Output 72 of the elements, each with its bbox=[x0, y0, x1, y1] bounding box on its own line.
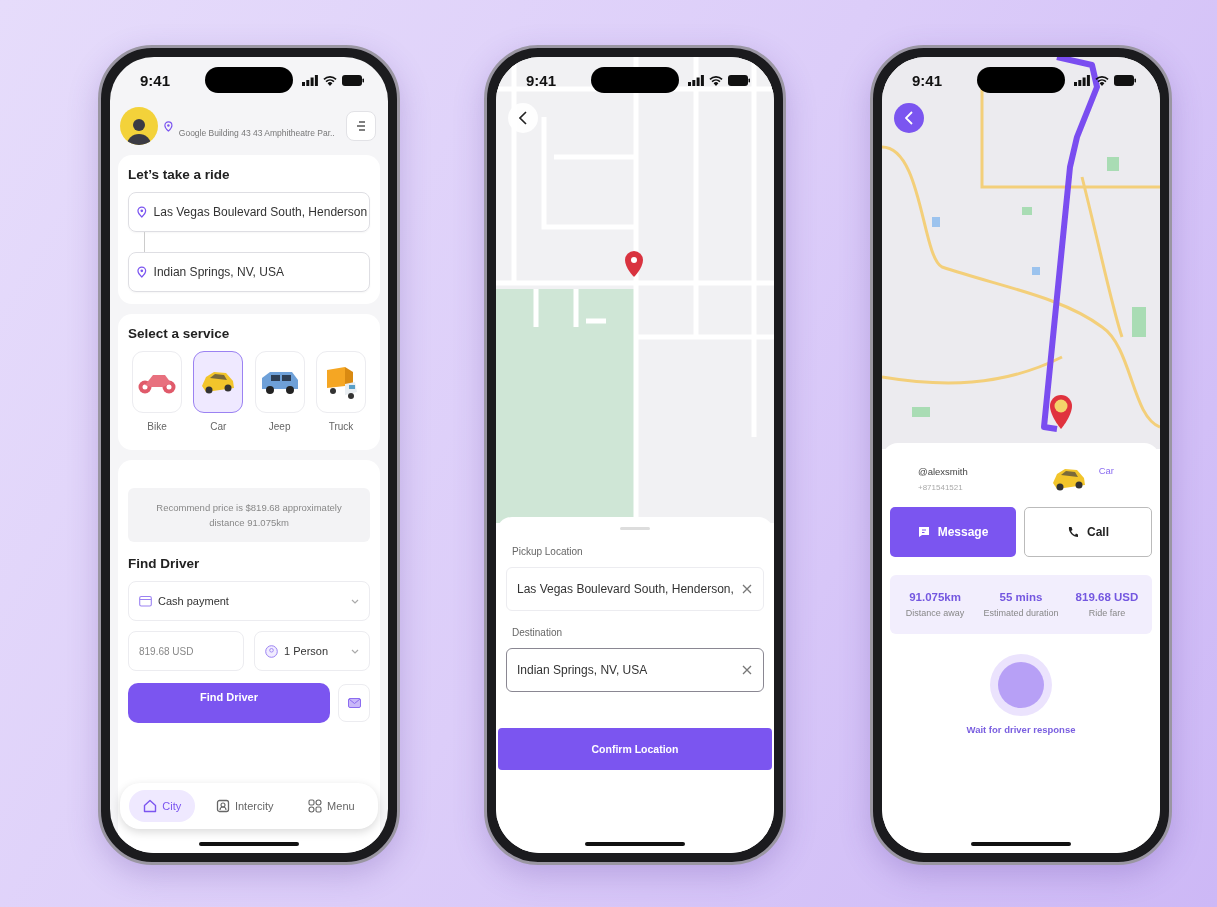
field-label: Pickup Location bbox=[512, 546, 584, 557]
chat-icon bbox=[917, 526, 930, 538]
menu-icon bbox=[356, 120, 366, 132]
avatar[interactable] bbox=[120, 107, 158, 145]
signal-icon bbox=[302, 74, 318, 86]
grid-menu-icon bbox=[308, 799, 323, 813]
clear-button[interactable] bbox=[741, 583, 753, 595]
stat-label: Ride fare bbox=[1088, 608, 1126, 618]
status-time: 9:41 bbox=[912, 71, 943, 89]
stat-value: 55 mins bbox=[999, 591, 1043, 603]
price-field[interactable]: 819.68 USD bbox=[128, 631, 244, 672]
find-driver-button[interactable]: Find Driver bbox=[128, 683, 330, 724]
stat-value: 91.075km bbox=[909, 591, 961, 603]
mail-button[interactable] bbox=[338, 684, 370, 723]
battery-icon bbox=[342, 74, 364, 86]
phone-icon bbox=[1067, 526, 1079, 538]
service-label: Bike bbox=[147, 421, 167, 432]
card-title: Select a service bbox=[128, 326, 231, 341]
signal-icon bbox=[1074, 74, 1090, 86]
wifi-icon bbox=[323, 74, 337, 86]
location-field[interactable]: Las Vegas Boulevard South, Henderson, bbox=[506, 567, 764, 611]
signal-icon bbox=[688, 74, 704, 86]
stat-label: Estimated duration bbox=[983, 608, 1059, 618]
wallet-icon bbox=[139, 595, 152, 608]
card-title: Let’s take a ride bbox=[128, 167, 231, 182]
chevron-down-icon bbox=[351, 598, 359, 604]
location-field[interactable]: Indian Springs, NV, USA bbox=[506, 648, 764, 692]
call-button[interactable]: Call bbox=[1024, 507, 1152, 557]
field-label: Destination bbox=[512, 627, 564, 638]
stat-label: Distance away bbox=[905, 608, 965, 618]
nav-tab[interactable]: City bbox=[129, 790, 196, 822]
battery-icon bbox=[728, 74, 750, 86]
menu-button[interactable] bbox=[346, 111, 376, 141]
card-title: Find Driver bbox=[128, 556, 201, 572]
passenger-select[interactable]: 1 Person bbox=[254, 631, 370, 672]
service-label: Truck bbox=[328, 421, 354, 432]
wifi-icon bbox=[1095, 74, 1109, 86]
service-option[interactable] bbox=[193, 351, 244, 413]
current-location: Google Building 43 43 Amphitheatre Par.. bbox=[178, 128, 336, 138]
person-icon bbox=[265, 644, 278, 658]
wifi-icon bbox=[709, 74, 723, 86]
confirm-location-button[interactable]: Confirm Location bbox=[498, 728, 772, 770]
pickup-field[interactable]: Las Vegas Boulevard South, Henderson bbox=[128, 192, 370, 232]
vehicle-type: Car bbox=[1098, 465, 1114, 476]
destination-field[interactable]: Indian Springs, NV, USA bbox=[128, 252, 370, 292]
home-icon bbox=[143, 799, 158, 813]
service-label: Car bbox=[210, 421, 227, 432]
chevron-down-icon bbox=[351, 648, 359, 654]
driver-pin-icon bbox=[1050, 395, 1072, 429]
service-label: Jeep bbox=[268, 421, 291, 432]
driver-username: @alexsmith bbox=[918, 466, 969, 477]
waiting-status: Wait for driver response bbox=[966, 724, 1076, 735]
driver-phone: +871541521 bbox=[918, 483, 964, 492]
payment-select[interactable]: Cash payment bbox=[128, 581, 370, 622]
location-pin-icon bbox=[137, 206, 147, 218]
clear-button[interactable] bbox=[741, 664, 753, 676]
status-time: 9:41 bbox=[526, 71, 557, 89]
location-pin-icon bbox=[164, 120, 173, 132]
status-time: 9:41 bbox=[140, 71, 171, 89]
message-button[interactable]: Message bbox=[890, 507, 1016, 557]
nav-tab[interactable]: Intercity bbox=[201, 790, 288, 822]
map-drawing[interactable] bbox=[882, 57, 1160, 449]
stat-value: 819.68 USD bbox=[1075, 591, 1139, 603]
map-pin-icon bbox=[625, 251, 643, 277]
map-drawing[interactable] bbox=[496, 57, 774, 523]
sheet-handle[interactable] bbox=[620, 527, 650, 530]
nav-tab[interactable]: Menu bbox=[294, 790, 369, 822]
battery-icon bbox=[1114, 74, 1136, 86]
price-recommendation: Recommend price is $819.68 approximately distance 91.075km bbox=[128, 488, 370, 543]
id-card-icon bbox=[215, 799, 230, 813]
mail-icon bbox=[347, 698, 361, 709]
location-pin-icon bbox=[137, 266, 147, 278]
